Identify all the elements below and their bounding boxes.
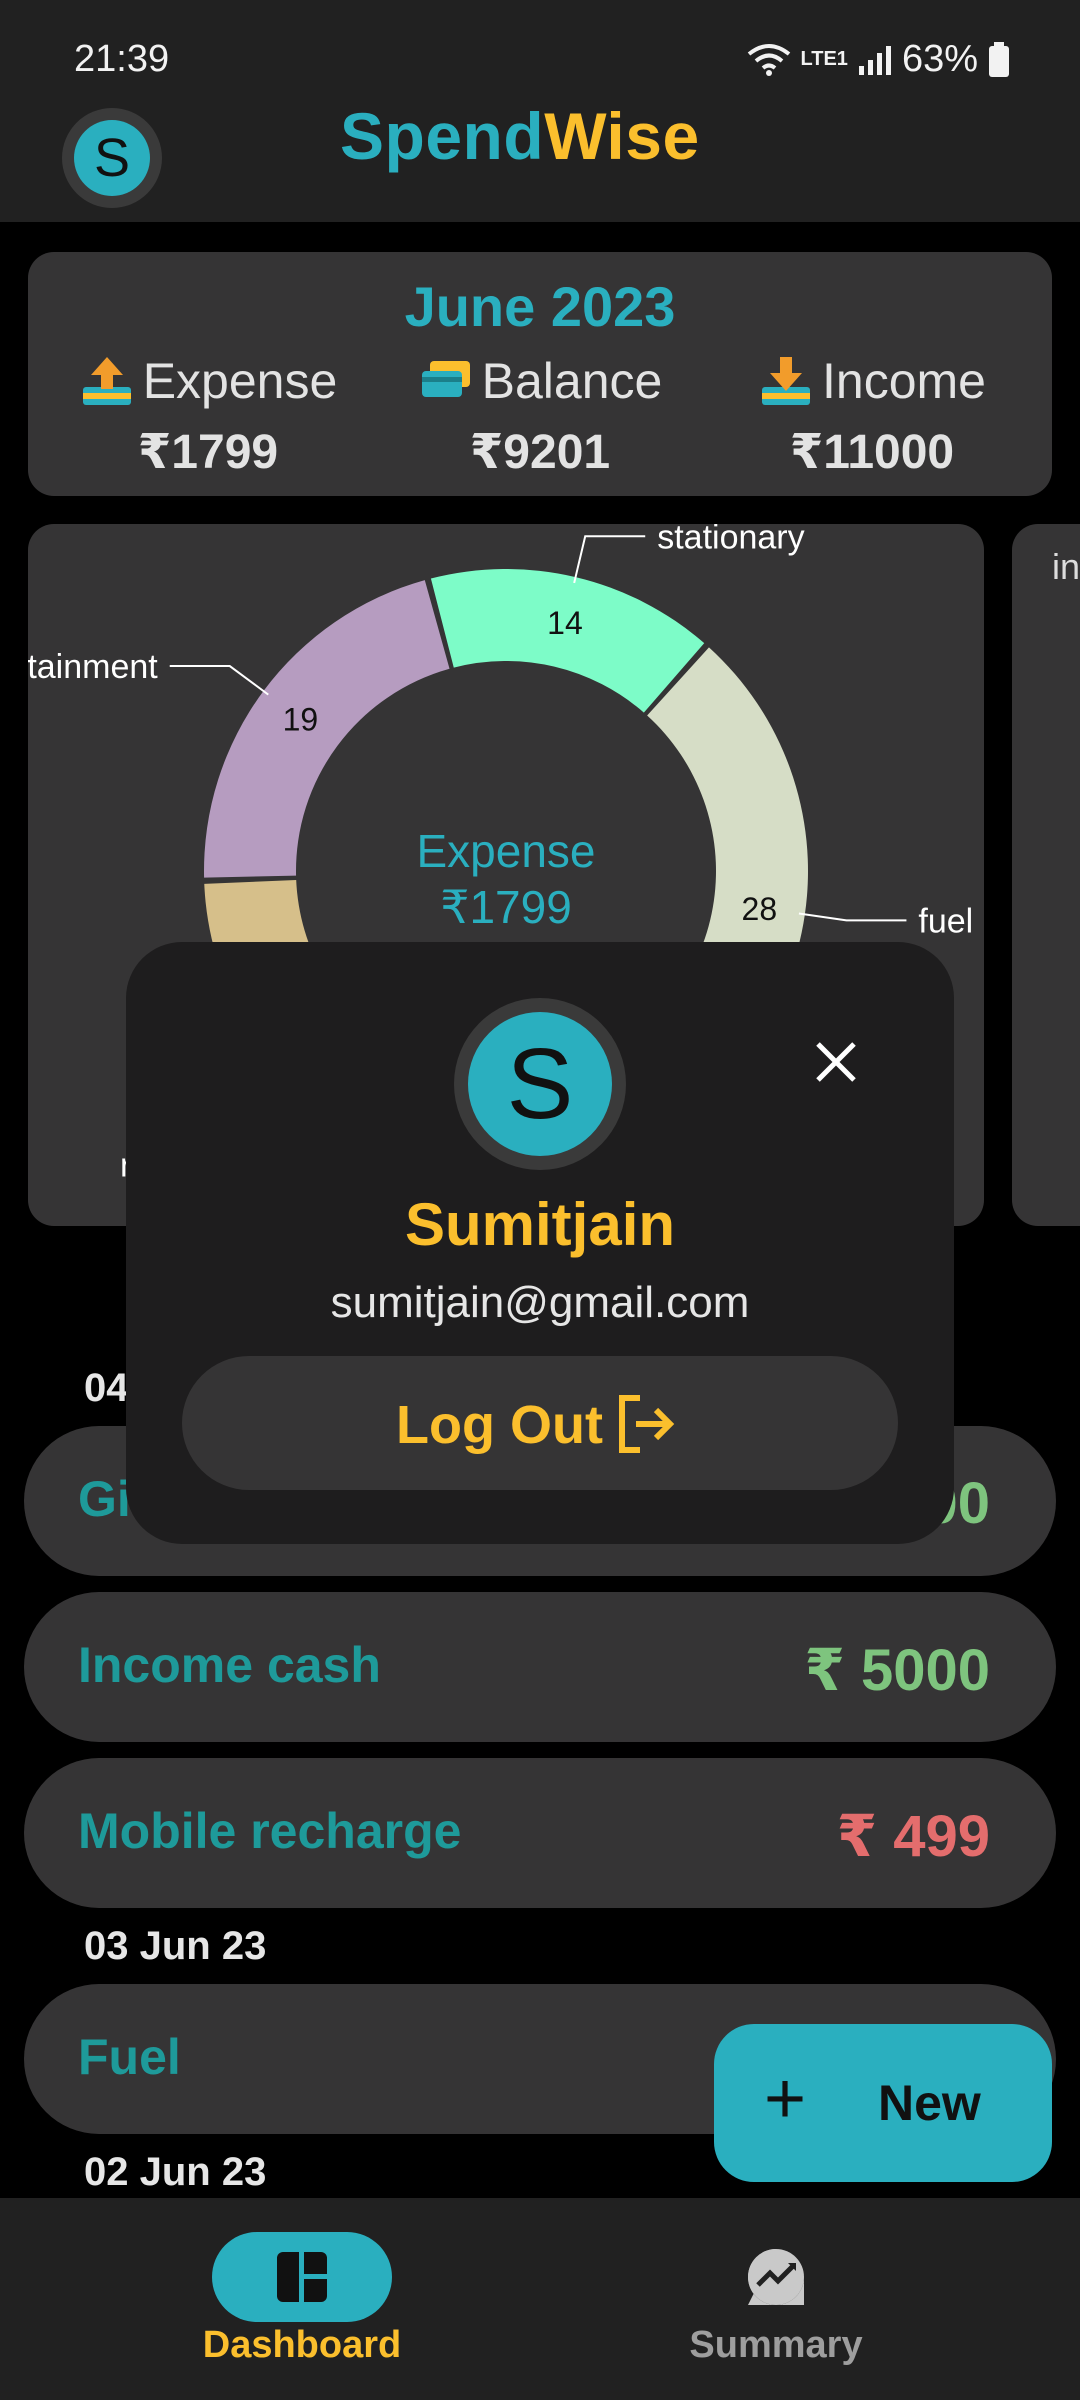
network-type: LTE1	[800, 48, 848, 70]
donut-leader-line	[798, 912, 907, 922]
upload-tray-icon	[82, 357, 131, 405]
logout-label: Log Out	[396, 1395, 603, 1455]
plus-icon: +	[764, 2059, 807, 2139]
month-title: June 2023	[404, 275, 676, 338]
trending-chart-icon	[748, 2249, 804, 2305]
donut-value-label: 28	[742, 891, 778, 927]
date-header: 03 Jun 23	[84, 1924, 267, 1968]
nav-summary-label: Summary	[689, 2324, 863, 2366]
monthly-summary-card[interactable]: June 2023 Expense ₹1799 Balance ₹9201 In…	[28, 252, 1052, 496]
profile-username: Sumitjain	[404, 1191, 676, 1258]
income-stat: Income ₹11000	[712, 352, 1032, 480]
date-header: 02 Jun 23	[84, 2150, 267, 2194]
donut-leader-line	[169, 665, 269, 696]
wifi-icon	[747, 43, 790, 76]
avatar-letter: S	[74, 120, 150, 196]
profile-dialog: S Sumitjain sumitjain@gmail.com Log Out	[126, 942, 954, 1544]
nav-summary[interactable]: Summary	[626, 2232, 926, 2367]
bottom-navigation: Dashboard Summary	[0, 2198, 1080, 2400]
status-time: 21:39	[74, 38, 170, 80]
download-tray-icon	[762, 357, 811, 405]
signal-icon	[858, 45, 891, 75]
transaction-amount: ₹ 499	[836, 1804, 990, 1869]
expense-total: ₹1799	[137, 426, 279, 479]
new-transaction-button[interactable]: + New	[714, 2024, 1052, 2182]
nav-dashboard-label: Dashboard	[202, 2324, 402, 2366]
donut-value-label: 14	[547, 605, 583, 641]
income-total: ₹11000	[789, 426, 955, 479]
new-button-label: New	[878, 2075, 981, 2131]
close-icon[interactable]	[806, 1032, 866, 1092]
transaction-name: Income cash	[78, 1637, 381, 1693]
transaction-row[interactable]: Mobile recharge ₹ 499	[24, 1758, 1056, 1908]
donut-value-label: 19	[283, 701, 319, 737]
date-header: 04	[84, 1366, 129, 1410]
profile-email: sumitjain@gmail.com	[330, 1278, 750, 1327]
donut-category-label: entertainment	[28, 648, 158, 686]
profile-avatar: S	[454, 998, 626, 1170]
logout-button[interactable]: Log Out	[182, 1356, 898, 1490]
battery-icon	[989, 41, 1009, 77]
transaction-name: Fuel	[78, 2029, 181, 2085]
transaction-name: Gi	[78, 1471, 131, 1527]
cards-icon	[421, 361, 470, 397]
expense-stat: Expense ₹1799	[48, 352, 368, 480]
app-title: SpendWise	[340, 99, 700, 173]
donut-center-value: ₹1799	[440, 881, 572, 933]
balance-stat: Balance ₹9201	[380, 352, 700, 480]
dashboard-icon	[277, 2252, 327, 2302]
donut-leader-line	[573, 535, 646, 584]
transaction-amount: ₹ 5000	[804, 1638, 991, 1703]
transaction-name: Mobile recharge	[78, 1803, 462, 1859]
donut-center-label: Expense	[416, 825, 595, 877]
donut-category-label: stationary	[657, 524, 804, 556]
donut-slice-entertainment[interactable]	[204, 580, 450, 878]
status-bar: 21:39 LTE1 63%	[0, 34, 1080, 84]
income-chart-panel-peek[interactable]: in	[1012, 524, 1080, 1226]
next-panel-label: in	[1052, 546, 1080, 587]
balance-total: ₹9201	[469, 426, 611, 479]
logout-icon	[619, 1395, 675, 1453]
app-bar: 21:39 LTE1 63% S SpendWise	[0, 0, 1080, 222]
profile-avatar-button[interactable]: S	[62, 108, 202, 208]
nav-dashboard[interactable]: Dashboard	[152, 2232, 452, 2367]
transaction-row[interactable]: Income cash ₹ 5000	[24, 1592, 1056, 1742]
donut-category-label: fuel	[918, 902, 973, 940]
battery-level: 63%	[901, 38, 978, 80]
